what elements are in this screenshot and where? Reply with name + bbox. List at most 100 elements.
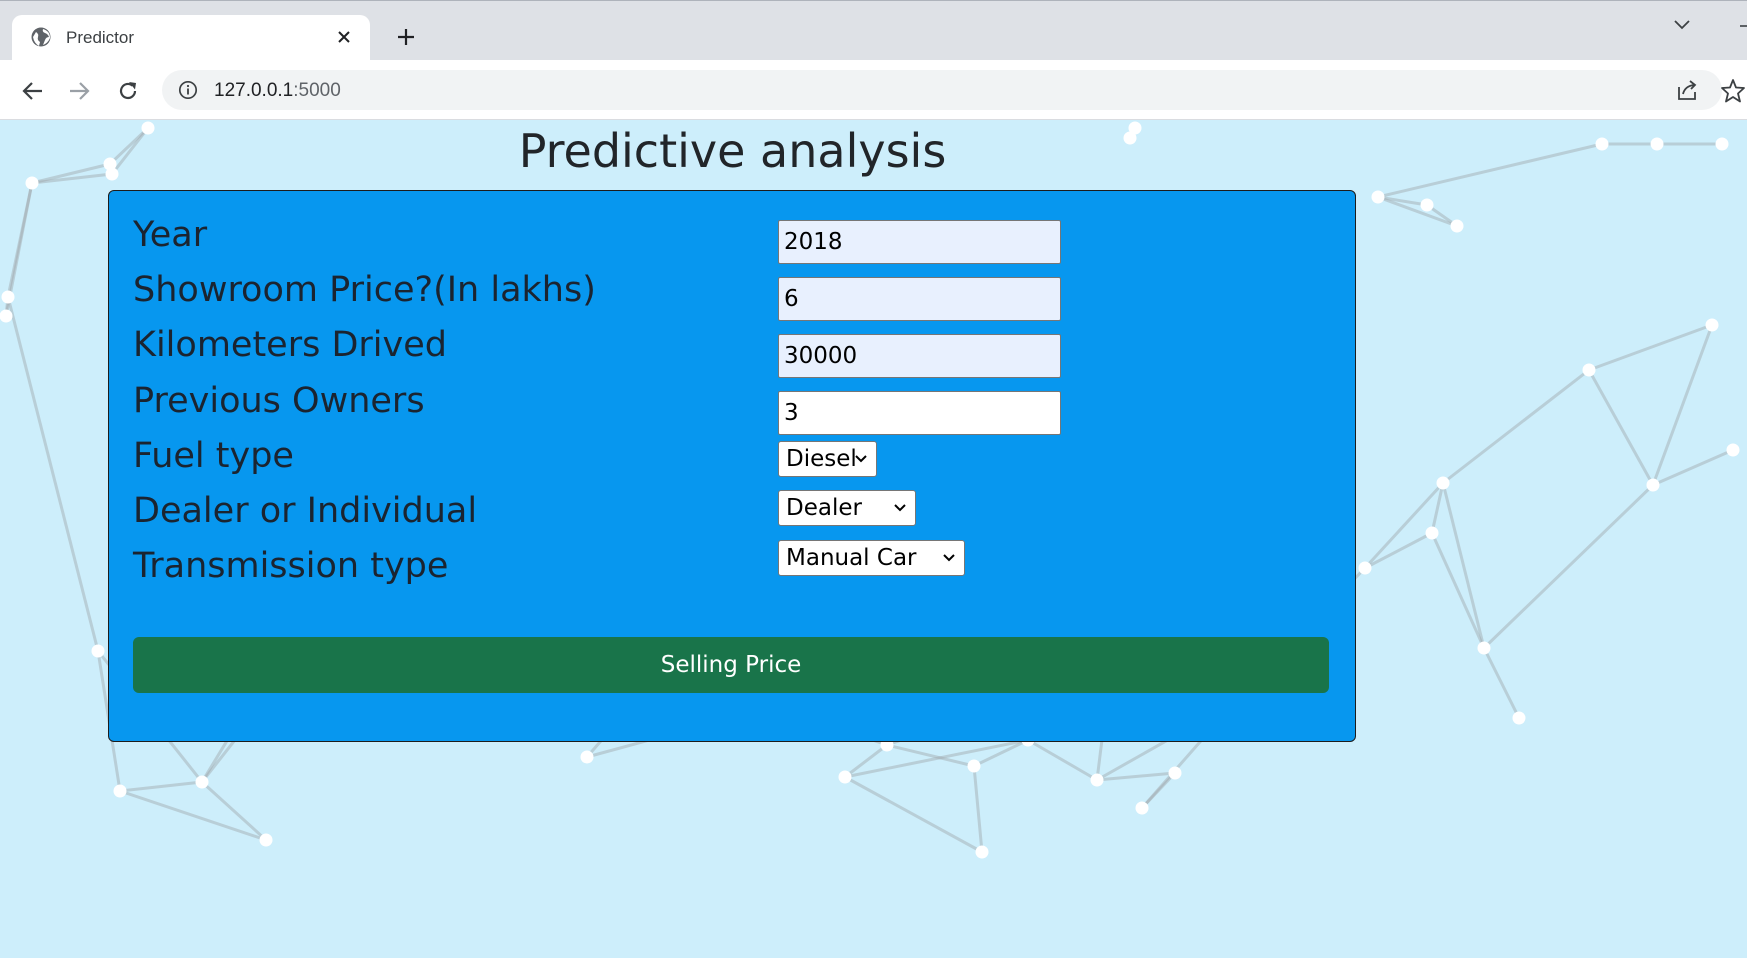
network-link xyxy=(1364,531,1433,570)
network-link xyxy=(1027,738,1098,782)
network-link xyxy=(1482,647,1521,719)
network-node xyxy=(1715,137,1729,151)
network-link xyxy=(844,738,1029,779)
year-row: Year 2018 xyxy=(133,215,1333,265)
forward-arrow-icon xyxy=(70,82,90,100)
transmission-row: Transmission type Manual Car xyxy=(133,540,1333,596)
transmission-selected: Manual Car xyxy=(786,545,917,571)
previous-owners-row: Previous Owners 3 xyxy=(133,381,1333,435)
url-port: :5000 xyxy=(293,80,341,101)
network-node xyxy=(1,290,15,304)
browser-tab-strip: Predictor xyxy=(0,0,1747,61)
network-link xyxy=(1377,195,1458,228)
network-node xyxy=(1425,526,1439,540)
network-link xyxy=(1587,369,1655,486)
network-node xyxy=(1582,363,1596,377)
browser-tab[interactable]: Predictor xyxy=(12,15,370,61)
network-link xyxy=(1588,323,1713,372)
network-node xyxy=(580,750,594,764)
close-tab-button[interactable] xyxy=(332,25,356,49)
year-label: Year xyxy=(133,215,208,255)
chevron-down-icon xyxy=(855,455,867,463)
previous-owners-label: Previous Owners xyxy=(133,381,425,421)
transmission-label: Transmission type xyxy=(133,546,449,586)
bookmark-star-icon[interactable] xyxy=(1720,78,1746,104)
chevron-down-icon[interactable] xyxy=(1670,13,1694,37)
browser-toolbar: 127.0.0.1:5000 xyxy=(0,60,1747,120)
dealer-selected: Dealer xyxy=(786,495,862,521)
dealer-select[interactable]: Dealer xyxy=(778,490,916,526)
back-button[interactable] xyxy=(18,76,48,106)
network-node xyxy=(1512,711,1526,725)
network-node xyxy=(1358,561,1372,575)
network-link xyxy=(119,789,267,842)
transmission-select[interactable]: Manual Car xyxy=(778,540,965,576)
network-node xyxy=(1135,801,1149,815)
fuel-type-select[interactable]: Diesel xyxy=(778,441,877,477)
network-link xyxy=(119,780,203,793)
network-node xyxy=(1595,137,1609,151)
network-node xyxy=(0,309,13,323)
prediction-form: Year 2018 Showroom Price?(In lakhs) 6 Ki… xyxy=(108,190,1356,742)
network-node xyxy=(1450,219,1464,233)
network-node xyxy=(1420,198,1434,212)
network-link xyxy=(1363,481,1445,570)
network-link xyxy=(1430,532,1486,649)
network-link xyxy=(200,780,268,842)
tab-title: Predictor xyxy=(66,28,135,47)
kilometers-row: Kilometers Drived 30000 xyxy=(133,325,1333,378)
network-node xyxy=(1436,476,1450,490)
dealer-label: Dealer or Individual xyxy=(133,491,478,531)
fuel-type-selected: Diesel xyxy=(786,446,857,472)
share-icon[interactable] xyxy=(1675,78,1699,102)
reload-button[interactable] xyxy=(113,76,143,106)
year-input[interactable]: 2018 xyxy=(778,220,1061,264)
network-link xyxy=(886,743,975,768)
network-node xyxy=(1646,478,1660,492)
kilometers-label: Kilometers Drived xyxy=(133,325,447,365)
globe-icon xyxy=(31,27,51,47)
network-node xyxy=(1650,137,1664,151)
network-node xyxy=(195,775,209,789)
reload-icon xyxy=(119,82,137,100)
network-node xyxy=(91,644,105,658)
network-node xyxy=(259,833,273,847)
network-node xyxy=(838,770,852,784)
previous-owners-input[interactable]: 3 xyxy=(778,391,1061,435)
url-host: 127.0.0.1 xyxy=(214,80,294,101)
plus-icon xyxy=(398,29,414,45)
network-node xyxy=(1726,443,1740,457)
network-node xyxy=(25,176,39,190)
network-link xyxy=(6,296,100,652)
network-link xyxy=(1441,482,1486,649)
network-node xyxy=(975,845,989,859)
showroom-price-input[interactable]: 6 xyxy=(778,277,1061,321)
network-node xyxy=(1477,641,1491,655)
dealer-row: Dealer or Individual Dealer xyxy=(133,490,1333,541)
info-icon[interactable] xyxy=(178,80,198,100)
network-node xyxy=(1705,318,1719,332)
url-text: 127.0.0.1:5000 xyxy=(214,80,341,102)
showroom-price-label: Showroom Price?(In lakhs) xyxy=(133,270,596,310)
network-node xyxy=(1090,773,1104,787)
kilometers-input[interactable]: 30000 xyxy=(778,334,1061,378)
page-title: Predictive analysis xyxy=(518,124,947,178)
fuel-type-label: Fuel type xyxy=(133,436,294,476)
chevron-down-icon xyxy=(943,554,955,562)
chevron-down-icon xyxy=(894,504,906,512)
page-content: Predictive analysis Year 2018 Showroom P… xyxy=(0,120,1747,958)
new-tab-button[interactable] xyxy=(392,23,420,51)
network-node xyxy=(1371,190,1385,204)
fuel-type-row: Fuel type Diesel xyxy=(133,436,1333,486)
showroom-price-row: Showroom Price?(In lakhs) 6 xyxy=(133,270,1333,321)
network-link xyxy=(1482,483,1655,650)
network-node xyxy=(967,759,981,773)
address-bar[interactable]: 127.0.0.1:5000 xyxy=(162,70,1722,110)
forward-button[interactable] xyxy=(64,76,94,106)
network-link xyxy=(1442,368,1590,485)
close-icon xyxy=(338,31,350,43)
selling-price-button[interactable]: Selling Price xyxy=(133,637,1329,693)
network-node xyxy=(1168,766,1182,780)
network-link xyxy=(844,775,983,854)
minimize-icon[interactable] xyxy=(1738,13,1747,37)
